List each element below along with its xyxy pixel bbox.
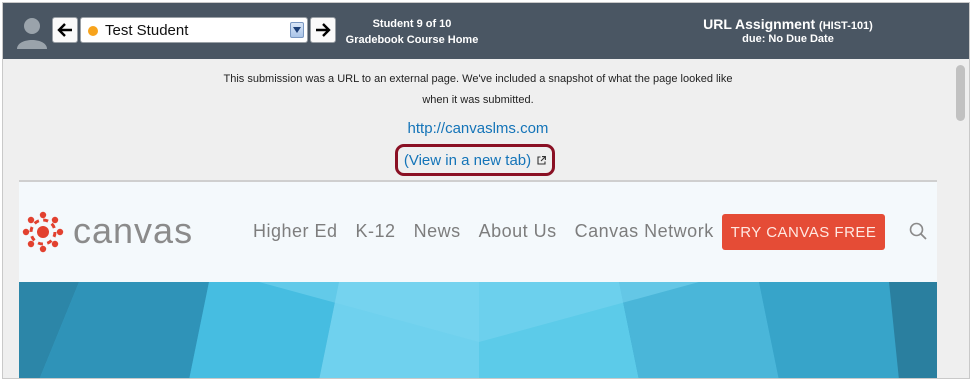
- arrow-right-icon: [316, 23, 331, 37]
- speedgrader-window: Test Student Student 9 of 10 Gradebook C…: [2, 2, 970, 379]
- dropdown-toggle[interactable]: [290, 22, 304, 38]
- gradebook-link[interactable]: Gradebook Course Home: [339, 34, 485, 46]
- nav-news: News: [413, 221, 461, 241]
- submission-url-link: http://canvaslms.com: [3, 120, 953, 137]
- next-student-button[interactable]: [310, 17, 336, 43]
- arrow-left-icon: [57, 23, 72, 37]
- assignment-code: (HIST-101): [819, 20, 873, 32]
- external-link-icon: [537, 155, 547, 165]
- hero-banner: [19, 282, 937, 378]
- snapshot-header: canvas Higher Ed K-12 News About Us Canv…: [19, 182, 937, 282]
- snapshot-nav: Higher Ed K-12 News About Us Canvas Netw…: [253, 221, 714, 242]
- page-snapshot: canvas Higher Ed K-12 News About Us Canv…: [19, 180, 937, 378]
- status-dot: [88, 26, 98, 36]
- view-in-new-tab-label: (View in a new tab): [403, 151, 532, 169]
- nav-about-us: About Us: [478, 221, 557, 241]
- submission-url[interactable]: http://canvaslms.com: [408, 120, 549, 137]
- student-name: Test Student: [105, 22, 189, 39]
- nav-canvas-network: Canvas Network: [574, 221, 714, 241]
- submission-notice-line1: This submission was a URL to an external…: [223, 73, 733, 85]
- vertical-scrollbar[interactable]: [953, 59, 969, 378]
- submission-notice-line2: when it was submitted.: [422, 94, 534, 106]
- canvas-logo-icon: [22, 211, 64, 253]
- assignment-name: URL Assignment: [703, 16, 816, 32]
- view-in-new-tab-link[interactable]: (View in a new tab): [395, 144, 555, 176]
- student-selector: Test Student: [52, 17, 339, 43]
- chevron-down-icon: [293, 27, 301, 33]
- canvas-logo-text: canvas: [73, 210, 194, 251]
- nav-k12: K-12: [355, 221, 396, 241]
- student-count: Student 9 of 10: [372, 18, 452, 30]
- search-icon: [909, 222, 927, 240]
- nav-higher-ed: Higher Ed: [253, 221, 338, 241]
- student-dropdown[interactable]: Test Student: [80, 17, 308, 43]
- due-date: due: No Due Date: [742, 33, 834, 45]
- avatar: [17, 18, 47, 49]
- try-canvas-free-button: TRY CANVAS FREE: [722, 214, 885, 250]
- assignment-title[interactable]: URL Assignment (HIST-101): [663, 16, 913, 32]
- scrollbar-thumb[interactable]: [956, 65, 965, 121]
- speedgrader-header: Test Student Student 9 of 10 Gradebook C…: [3, 3, 969, 59]
- previous-student-button[interactable]: [52, 17, 78, 43]
